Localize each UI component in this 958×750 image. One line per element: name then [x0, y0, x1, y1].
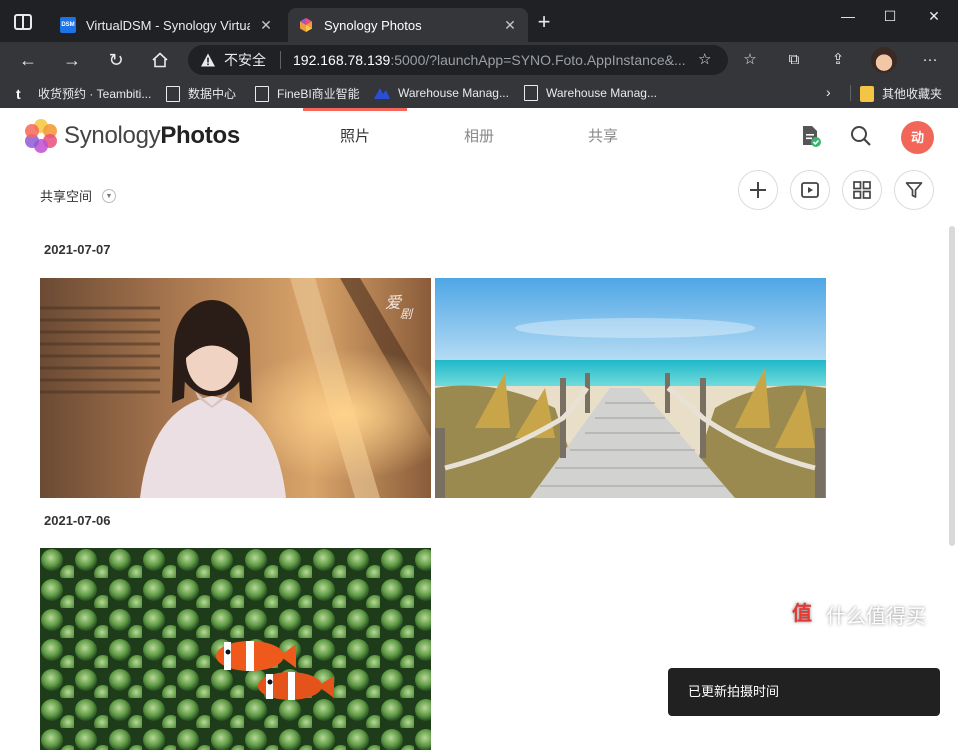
bookmark-label: Warehouse Manag... — [398, 86, 509, 100]
favorites-icon[interactable]: ☆ — [741, 51, 759, 69]
bookmark-label: FineBI商业智能 — [277, 87, 360, 101]
tab-actions-icon[interactable] — [14, 14, 32, 30]
tab-photos[interactable]: 照片 — [303, 108, 407, 166]
page-icon — [166, 85, 180, 102]
view-mode-button[interactable] — [842, 170, 882, 210]
watermark-text: 什么值得买 — [826, 605, 926, 628]
brand-photos: Photos — [160, 122, 240, 149]
bookmark-item[interactable]: FineBI商业智能 — [255, 85, 360, 102]
filter-icon — [905, 182, 923, 198]
bookmark-item[interactable]: Warehouse Manag... — [524, 85, 657, 101]
new-tab-button[interactable]: + — [534, 11, 554, 33]
scrollbar-thumb[interactable] — [949, 226, 955, 546]
synology-photos-app: SynologyPhotos 照片 相册 共享 动 共享空间 ▼ 2021-07… — [0, 108, 958, 750]
chevron-right-icon[interactable]: › — [826, 84, 831, 100]
warning-icon — [201, 53, 215, 67]
svg-text:剧: 剧 — [400, 307, 414, 321]
close-window-button[interactable]: ✕ — [916, 6, 952, 26]
url-host: 192.168.78.139 — [293, 52, 391, 68]
bookmark-label: 数据中心 — [188, 87, 237, 101]
collections-icon[interactable]: ⧉ — [785, 51, 803, 69]
space-selector[interactable]: 共享空间 ▼ — [40, 186, 117, 205]
maximize-window-button[interactable]: ☐ — [872, 6, 908, 26]
url-path: :5000/?launchApp=SYNO.Foto.AppInstance&.… — [390, 52, 686, 68]
browser-tab-virtualdsm[interactable]: DSM VirtualDSM - Synology VirtualDS ✕ — [50, 8, 284, 42]
beach-boardwalk-photo[interactable] — [435, 278, 826, 498]
security-status-label: 不安全 — [224, 52, 266, 68]
tab-title: Synology Photos — [324, 17, 422, 33]
address-bar[interactable]: 不安全 192.168.78.139 :5000/?launchApp=SYNO… — [188, 45, 728, 75]
bookmarks-divider — [850, 85, 851, 101]
bookmarks-bar: t 收货预约 · Teambiti... 数据中心 FineBI商业智能 War… — [0, 78, 958, 108]
home-icon[interactable] — [148, 48, 172, 72]
forward-arrow-icon[interactable]: → — [60, 48, 84, 72]
back-arrow-icon[interactable]: ← — [16, 48, 40, 72]
plus-icon — [750, 182, 766, 198]
synology-photos-favicon-icon — [300, 18, 312, 32]
teambition-icon: t — [16, 85, 21, 102]
browser-tab-synology-photos[interactable]: Synology Photos ✕ — [288, 8, 528, 42]
bookmark-item[interactable]: 数据中心 — [166, 85, 236, 102]
tab-albums[interactable]: 相册 — [427, 108, 531, 166]
chevron-down-icon: ▼ — [102, 188, 117, 203]
search-icon[interactable] — [849, 124, 873, 148]
user-avatar[interactable]: 动 — [901, 121, 934, 154]
app-header: SynologyPhotos 照片 相册 共享 动 — [0, 108, 958, 166]
address-divider — [280, 51, 281, 69]
refresh-icon[interactable]: ↻ — [104, 48, 128, 72]
minimize-window-button[interactable]: — — [830, 6, 866, 26]
tab-title: VirtualDSM - Synology VirtualDS — [86, 17, 250, 33]
bookmark-label: Warehouse Manag... — [546, 86, 657, 100]
slideshow-button[interactable] — [790, 170, 830, 210]
dsm-favicon-icon: DSM — [60, 17, 76, 33]
bookmark-label: 其他收藏夹 — [882, 87, 943, 101]
page-icon — [524, 85, 538, 101]
app-title: SynologyPhotos — [64, 122, 240, 150]
page-icon — [255, 85, 269, 102]
task-status-icon[interactable] — [798, 124, 822, 148]
browser-toolbar: ← → ↻ 不安全 192.168.78.139 :5000/?launchAp… — [0, 42, 958, 78]
slideshow-icon — [801, 182, 819, 198]
date-group-header: 2021-07-06 — [44, 513, 111, 528]
bookmark-item[interactable]: t 收货预约 · Teambiti... — [16, 85, 151, 102]
close-tab-icon[interactable]: ✕ — [258, 17, 274, 33]
browser-tab-strip: DSM VirtualDSM - Synology VirtualDS ✕ Sy… — [0, 0, 958, 42]
date-group-header: 2021-07-07 — [44, 242, 111, 257]
profile-avatar[interactable] — [871, 47, 897, 73]
toast-notification: 已更新拍摄时间 — [668, 668, 940, 716]
grid-icon — [853, 181, 871, 199]
brand-synology: Synology — [64, 122, 161, 149]
other-favorites-folder[interactable]: 其他收藏夹 — [860, 85, 942, 102]
tab-sharing[interactable]: 共享 — [551, 108, 655, 166]
share-icon[interactable]: ⇪ — [829, 51, 847, 69]
space-selector-label: 共享空间 — [40, 189, 93, 204]
more-options-icon[interactable]: ··· — [921, 51, 939, 69]
watermark-logo-icon: 值 — [786, 598, 818, 630]
clownfish-anemone-photo[interactable] — [40, 548, 431, 750]
photo-toolbar: 共享空间 ▼ — [0, 166, 958, 218]
synology-photos-logo-icon — [25, 119, 57, 153]
bookmark-item[interactable]: Warehouse Manag... — [374, 85, 509, 101]
folder-icon — [860, 85, 874, 102]
watermark: 值 什么值得买 — [786, 598, 926, 630]
bookmark-label: 收货预约 · Teambiti... — [38, 87, 152, 101]
filter-button[interactable] — [894, 170, 934, 210]
portrait-photo[interactable]: 爱 剧 — [40, 278, 431, 498]
add-button[interactable] — [738, 170, 778, 210]
add-favorite-icon[interactable]: ☆ — [698, 52, 714, 68]
close-tab-icon[interactable]: ✕ — [502, 17, 518, 33]
warehouse-icon — [374, 88, 390, 99]
